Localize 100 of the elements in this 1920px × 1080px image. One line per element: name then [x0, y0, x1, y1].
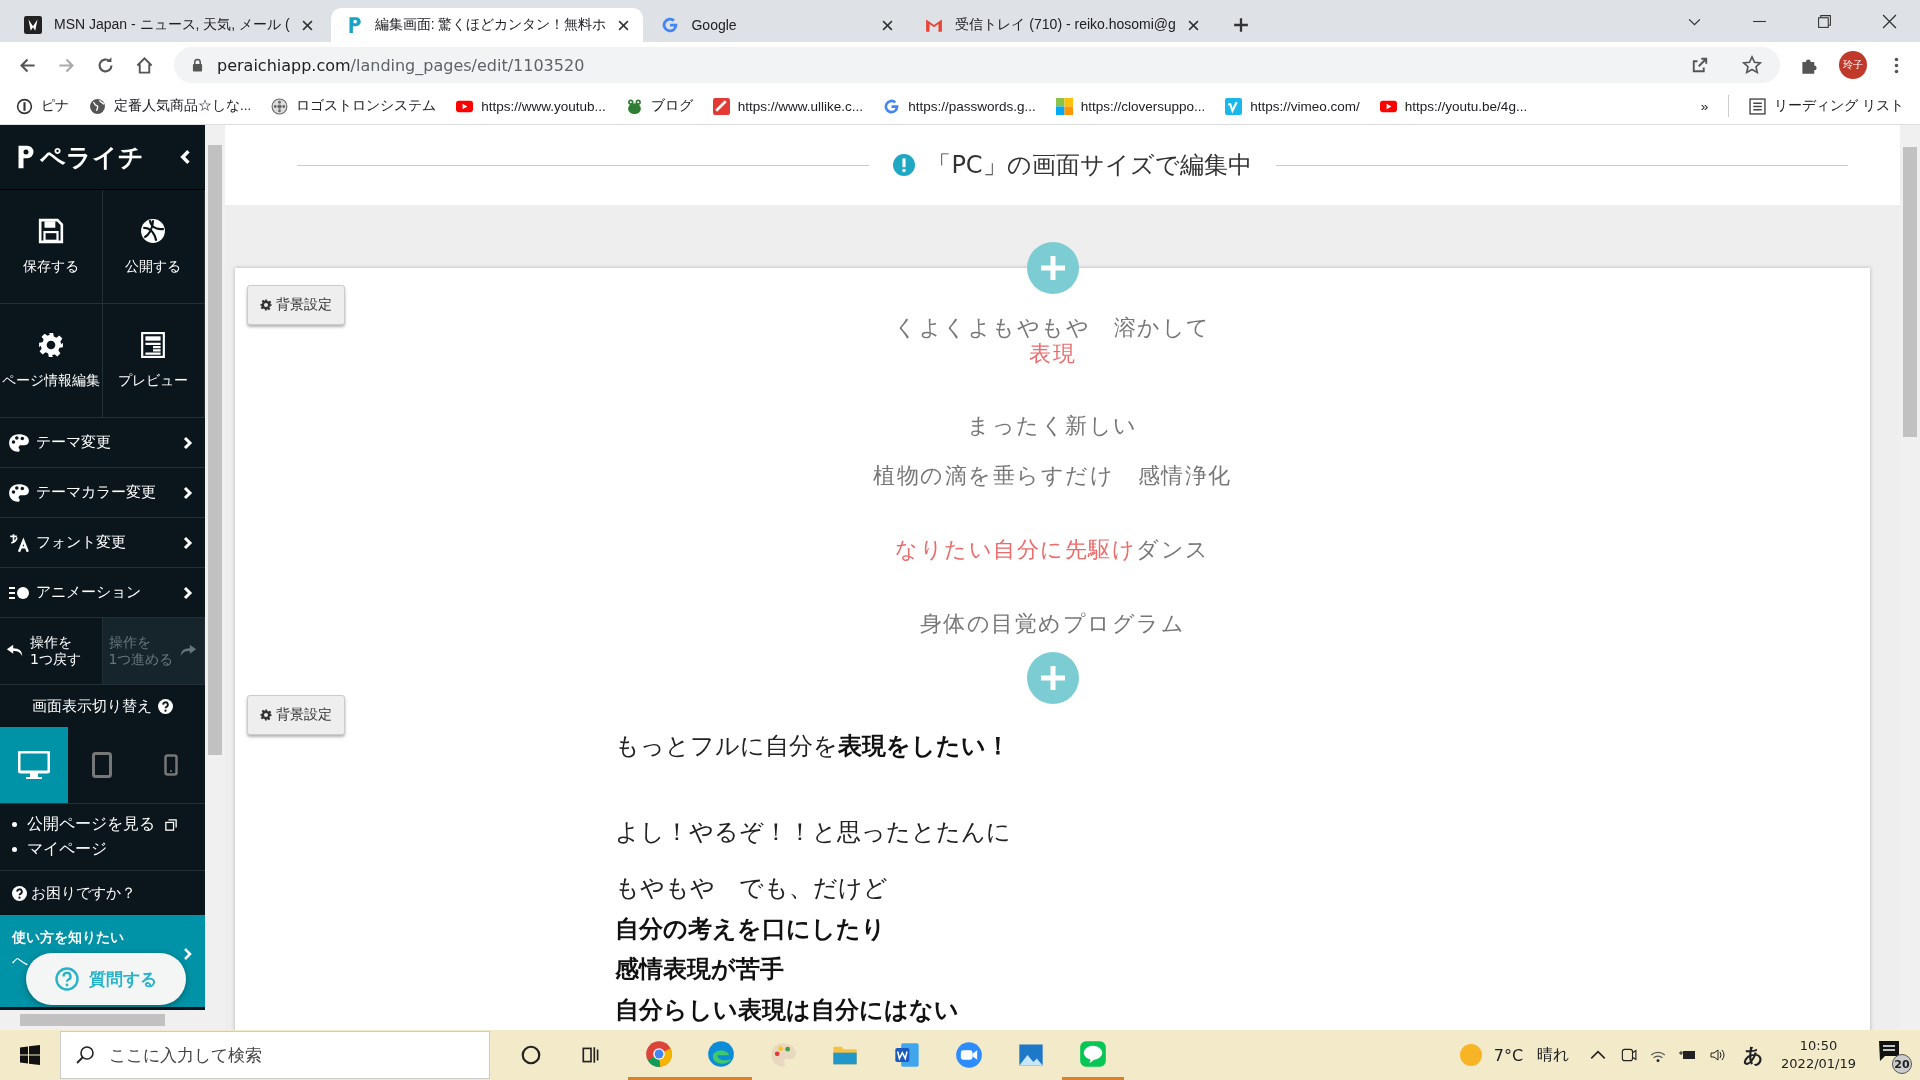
device-toggle[interactable]	[0, 727, 68, 803]
bookmark[interactable]: ピナ	[16, 97, 69, 115]
weather-text: 晴れ	[1537, 1044, 1570, 1066]
help-icon[interactable]	[158, 698, 173, 714]
bookmarks-overflow[interactable]: »	[1700, 98, 1709, 114]
word-icon	[893, 1041, 921, 1069]
frog-icon	[625, 97, 643, 115]
lock-icon	[192, 58, 203, 72]
speaker-icon[interactable]	[1709, 1046, 1728, 1064]
chevron-right-icon	[183, 435, 193, 450]
chrome-icon	[645, 1039, 673, 1068]
bookmark-label: ピナ	[41, 97, 69, 115]
sidebar-link[interactable]: 公開ページを見る	[12, 814, 205, 835]
v-icon	[1225, 97, 1243, 115]
sidebar-menu-item[interactable]: テーマ変更	[0, 418, 205, 468]
globe-icon	[89, 97, 106, 115]
new-tab-icon[interactable]	[1232, 17, 1249, 33]
chevron-right-icon	[183, 585, 193, 600]
help-link[interactable]: お困りですか？	[0, 871, 205, 915]
sidebar-action[interactable]: ページ情報編集	[0, 304, 103, 418]
share-icon[interactable]	[1690, 55, 1710, 75]
palette-icon	[8, 482, 30, 503]
tab-title: Google	[691, 17, 738, 33]
background-settings-button[interactable]: 背景設定	[247, 695, 345, 735]
body-text: まったく新しい	[966, 413, 1139, 439]
edge-icon	[707, 1039, 735, 1068]
scrollbar[interactable]	[1900, 125, 1920, 1030]
scrollbar[interactable]	[0, 1010, 205, 1030]
bookmark[interactable]: 定番人気商品☆しな...	[89, 97, 252, 115]
sidebar-action[interactable]: 保存する	[0, 190, 103, 304]
chat-bubble-icon	[1079, 1039, 1107, 1068]
ime-indicator[interactable]: あ	[1743, 1041, 1764, 1069]
undo-button[interactable]: 操作を 1つ戻す	[0, 618, 103, 684]
profile-avatar[interactable]: 玲子	[1839, 51, 1867, 79]
ball-icon	[140, 217, 167, 244]
video-camera-icon	[955, 1041, 983, 1069]
browser-tab[interactable]: MSN Japan - ニュース, 天気, メール (	[10, 8, 327, 42]
bookmark[interactable]: https://vimeo.com/	[1225, 97, 1360, 115]
help-icon	[55, 967, 79, 991]
search-field[interactable]: ここに入力して検索	[60, 1031, 490, 1079]
settings-icon	[37, 331, 64, 358]
scrollbar[interactable]	[205, 125, 225, 1030]
browser-tab[interactable]: 編集画面: 驚くほどカンタン！無料ホ	[330, 8, 644, 42]
clock[interactable]: 10:50 2022/01/19	[1781, 1037, 1856, 1073]
start-icon[interactable]	[20, 1045, 40, 1065]
restore-icon[interactable]	[1817, 14, 1832, 29]
close-icon[interactable]	[1882, 14, 1897, 29]
address-bar[interactable]: peraichiapp.com/landing_pages/edit/1103520	[174, 47, 1780, 83]
home-icon[interactable]	[135, 55, 154, 75]
google-icon	[883, 97, 901, 115]
bookmark[interactable]: https://cloversuppo...	[1055, 97, 1206, 115]
collapse-icon[interactable]	[179, 149, 191, 165]
colored-squares-icon	[1055, 97, 1073, 115]
save-icon	[37, 217, 64, 244]
reading-list-button[interactable]: リーディング リスト	[1749, 97, 1904, 115]
body-text: 感情表現が苦手	[615, 954, 785, 985]
palette-icon	[769, 1041, 797, 1069]
help-icon	[12, 885, 27, 901]
slash-square-icon	[712, 97, 730, 115]
google-icon	[661, 16, 680, 34]
url-text: peraichiapp.com/landing_pages/edit/1103520	[217, 55, 585, 75]
background-settings-button[interactable]: 背景設定	[247, 285, 345, 325]
bookmark[interactable]: https://www.youtub...	[456, 97, 606, 115]
bookmark-label: ロゴストロンシステム	[296, 97, 437, 115]
temperature: 7°C	[1493, 1045, 1524, 1065]
logo-text: ペライチ	[40, 141, 144, 174]
sidebar-link[interactable]: マイページ	[12, 839, 205, 860]
bookmark-label: https://www.ullike.c...	[737, 98, 864, 114]
bookmark-label: https://www.youtub...	[481, 98, 606, 114]
info-icon	[16, 97, 33, 115]
bookmark[interactable]: https://www.ullike.c...	[712, 97, 864, 115]
close-icon[interactable]	[882, 19, 894, 31]
bookmark[interactable]: ブログ	[625, 97, 693, 115]
close-icon[interactable]	[301, 19, 313, 31]
close-icon[interactable]	[618, 19, 630, 31]
butterfly-icon	[24, 16, 42, 34]
tab-title: 編集画面: 驚くほどカンタン！無料ホ	[374, 16, 607, 34]
camera-icon[interactable]	[1619, 1046, 1638, 1064]
close-icon[interactable]	[1187, 19, 1199, 31]
dotted-circle-icon	[271, 97, 289, 115]
bookmark[interactable]: https://youtu.be/4g...	[1379, 97, 1528, 115]
editing-notice: 「PC」の画面サイズで編集中	[927, 150, 1252, 181]
body-text: もやもや でも、だけど	[615, 873, 889, 904]
message-icon	[1878, 1040, 1900, 1062]
logo-icon	[16, 144, 36, 170]
bookmark[interactable]: https://passwords.g...	[883, 97, 1036, 115]
star-icon[interactable]	[1742, 55, 1762, 75]
bookmark-label: 定番人気商品☆しな...	[114, 97, 252, 115]
cortana-icon[interactable]	[520, 1044, 542, 1066]
search-icon	[75, 1045, 95, 1065]
body-text: 自分の考えを口にしたり	[615, 914, 887, 945]
chevron-right-icon	[183, 947, 193, 961]
bookmark[interactable]: ロゴストロンシステム	[271, 97, 437, 115]
chevron-right-icon	[183, 535, 193, 550]
browser-tab[interactable]: Google	[647, 8, 908, 42]
body-text: もっとフルに自分を表現をしたい！	[615, 731, 1011, 762]
sidebar-menu-item[interactable]: テーマカラー変更	[0, 468, 205, 518]
reload-icon[interactable]	[96, 55, 115, 75]
browser-tab[interactable]: 受信トレイ (710) - reiko.hosomi@g	[911, 8, 1213, 42]
guide-banner[interactable]: 使い方を知りたい へ 質問する	[0, 915, 205, 1010]
